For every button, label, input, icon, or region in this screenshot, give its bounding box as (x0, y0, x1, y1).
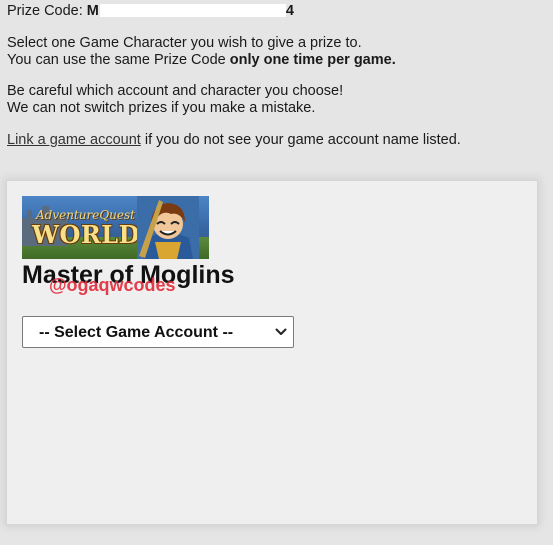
link-suffix-text: if you do not see your game account name… (140, 132, 461, 148)
hero-character-icon (137, 196, 199, 259)
instruction-line-2-bold: only one time per game. (229, 52, 396, 68)
prize-code-line: Prize Code: M 4 (7, 3, 294, 20)
link-game-account-link[interactable]: Link a game account (7, 132, 141, 148)
instruction-paragraph-1: Select one Game Character you wish to gi… (7, 35, 396, 69)
game-account-select-value: -- Select Game Account -- (39, 324, 234, 341)
prize-code-end: 4 (285, 3, 294, 19)
warning-line-1: Be careful which account and character y… (7, 83, 344, 99)
prize-code-label: Prize Code: (7, 3, 83, 19)
redaction-box (99, 4, 286, 17)
link-paragraph: Link a game account if you do not see yo… (7, 132, 461, 149)
chevron-down-icon (275, 328, 287, 335)
warning-paragraph: Be careful which account and character y… (7, 83, 343, 117)
instruction-line-2-text: You can use the same Prize Code (7, 52, 230, 68)
game-panel: AdventureQuest WORLDS Master of Moglins … (7, 181, 537, 524)
watermark-text: @ogaqwcodes (49, 275, 176, 295)
instruction-line-1: Select one Game Character you wish to gi… (7, 35, 362, 51)
instruction-line-2: You can use the same Prize Code only one… (7, 52, 396, 69)
game-account-select[interactable]: -- Select Game Account -- (22, 316, 294, 348)
aqworlds-logo: AdventureQuest WORLDS (22, 196, 209, 259)
warning-line-2: We can not switch prizes if you make a m… (7, 100, 316, 116)
prize-code-start: M (86, 3, 99, 19)
